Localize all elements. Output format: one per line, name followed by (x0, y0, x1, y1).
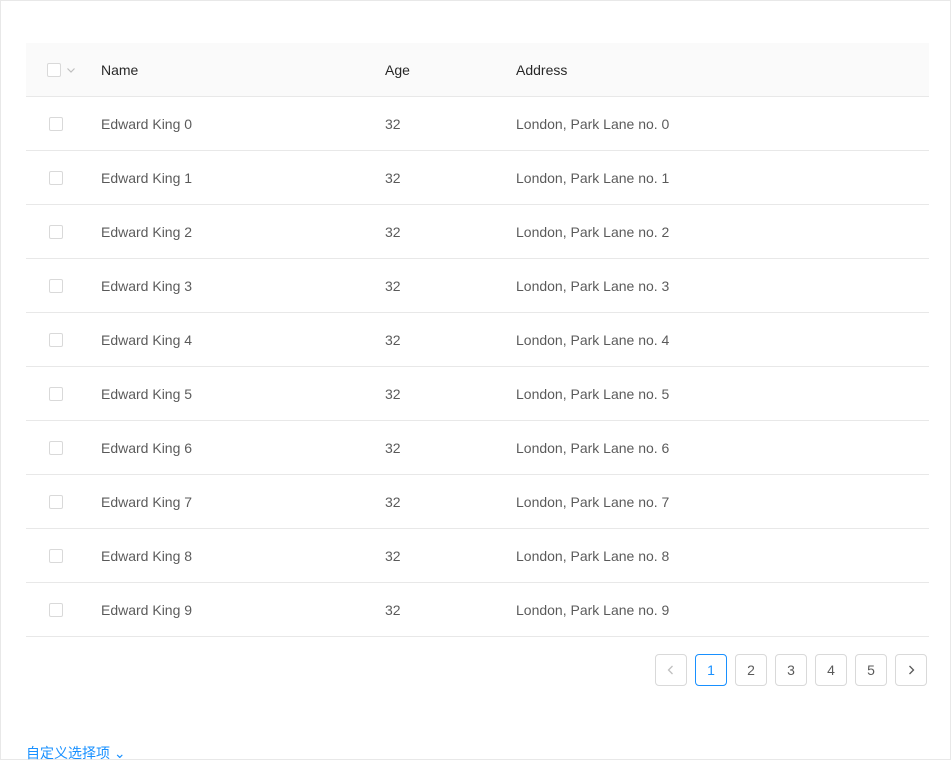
cell-age: 32 (385, 115, 401, 132)
chevron-down-icon[interactable] (66, 65, 76, 75)
row-checkbox[interactable] (49, 332, 63, 347)
pagination-next-button[interactable] (895, 654, 927, 686)
row-select-cell (26, 440, 101, 455)
table-row[interactable]: Edward King 9 32 London, Park Lane no. 9 (26, 583, 929, 637)
table-row[interactable]: Edward King 0 32 London, Park Lane no. 0 (26, 97, 929, 151)
table-body: Edward King 0 32 London, Park Lane no. 0 Ed… (26, 97, 929, 637)
cell-age: 32 (385, 223, 401, 240)
row-select-cell (26, 602, 101, 617)
header-select-all[interactable] (47, 62, 76, 77)
row-select-cell (26, 332, 101, 347)
chevron-left-icon (667, 665, 673, 675)
cell-address: London, Park Lane no. 5 (516, 385, 670, 402)
cell-address: London, Park Lane no. 0 (516, 115, 670, 132)
cell-age: 32 (385, 439, 401, 456)
table-row[interactable]: Edward King 6 32 London, Park Lane no. 6 (26, 421, 929, 475)
row-checkbox[interactable] (49, 440, 63, 455)
cell-address: London, Park Lane no. 1 (516, 169, 670, 186)
table-row[interactable]: Edward King 5 32 London, Park Lane no. 5 (26, 367, 929, 421)
cell-address: London, Park Lane no. 3 (516, 277, 670, 294)
row-select-cell (26, 224, 101, 239)
table-row[interactable]: Edward King 8 32 London, Park Lane no. 8 (26, 529, 929, 583)
table-row[interactable]: Edward King 3 32 London, Park Lane no. 3 (26, 259, 929, 313)
pagination-page-4[interactable]: 4 (815, 654, 847, 686)
cell-address: London, Park Lane no. 6 (516, 439, 670, 456)
cell-name: Edward King 6 (101, 439, 193, 456)
cell-age: 32 (385, 601, 401, 618)
cell-age: 32 (385, 277, 401, 294)
row-checkbox[interactable] (49, 548, 63, 563)
column-header-address: Address (516, 61, 568, 78)
row-select-cell (26, 494, 101, 509)
pagination-prev-button[interactable] (655, 654, 687, 686)
table-row[interactable]: Edward King 7 32 London, Park Lane no. 7 (26, 475, 929, 529)
row-checkbox[interactable] (49, 170, 63, 185)
cell-name: Edward King 8 (101, 547, 193, 564)
table-row[interactable]: Edward King 4 32 London, Park Lane no. 4 (26, 313, 929, 367)
cell-age: 32 (385, 493, 401, 510)
select-all-checkbox[interactable] (47, 62, 61, 77)
cell-age: 32 (385, 169, 401, 186)
row-select-cell (26, 170, 101, 185)
row-select-cell (26, 548, 101, 563)
cell-name: Edward King 7 (101, 493, 193, 510)
table-row[interactable]: Edward King 1 32 London, Park Lane no. 1 (26, 151, 929, 205)
row-checkbox[interactable] (49, 386, 63, 401)
row-select-cell (26, 116, 101, 131)
data-table: Name Age Address Edward King 0 32 London, … (26, 43, 929, 637)
cell-name: Edward King 0 (101, 115, 193, 132)
cell-name: Edward King 9 (101, 601, 193, 618)
pagination-page-1[interactable]: 1 (695, 654, 727, 686)
custom-selection-link[interactable]: 自定义选择项 ⌄ (26, 743, 126, 763)
row-checkbox[interactable] (49, 224, 63, 239)
column-header-age: Age (385, 61, 410, 78)
cell-address: London, Park Lane no. 2 (516, 223, 670, 240)
cell-name: Edward King 5 (101, 385, 193, 402)
cell-name: Edward King 4 (101, 331, 193, 348)
cell-name: Edward King 1 (101, 169, 193, 186)
cell-address: London, Park Lane no. 9 (516, 601, 670, 618)
row-select-cell (26, 386, 101, 401)
table-row[interactable]: Edward King 2 32 London, Park Lane no. 2 (26, 205, 929, 259)
pagination-page-2[interactable]: 2 (735, 654, 767, 686)
column-header-name: Name (101, 61, 139, 78)
pagination-page-5[interactable]: 5 (855, 654, 887, 686)
page-container: Name Age Address Edward King 0 32 London, … (0, 0, 951, 763)
cell-address: London, Park Lane no. 8 (516, 547, 670, 564)
row-checkbox[interactable] (49, 494, 63, 509)
row-checkbox[interactable] (49, 278, 63, 293)
pagination: 12345 (655, 654, 927, 686)
cell-address: London, Park Lane no. 7 (516, 493, 670, 510)
pagination-page-3[interactable]: 3 (775, 654, 807, 686)
row-checkbox[interactable] (49, 116, 63, 131)
cell-age: 32 (385, 331, 401, 348)
cell-age: 32 (385, 547, 401, 564)
table-header-row: Name Age Address (26, 43, 929, 97)
row-select-cell (26, 278, 101, 293)
header-select-cell (26, 62, 101, 77)
cell-name: Edward King 2 (101, 223, 193, 240)
chevron-right-icon (909, 665, 915, 675)
cell-name: Edward King 3 (101, 277, 193, 294)
row-checkbox[interactable] (49, 602, 63, 617)
cell-address: London, Park Lane no. 4 (516, 331, 670, 348)
cell-age: 32 (385, 385, 401, 402)
